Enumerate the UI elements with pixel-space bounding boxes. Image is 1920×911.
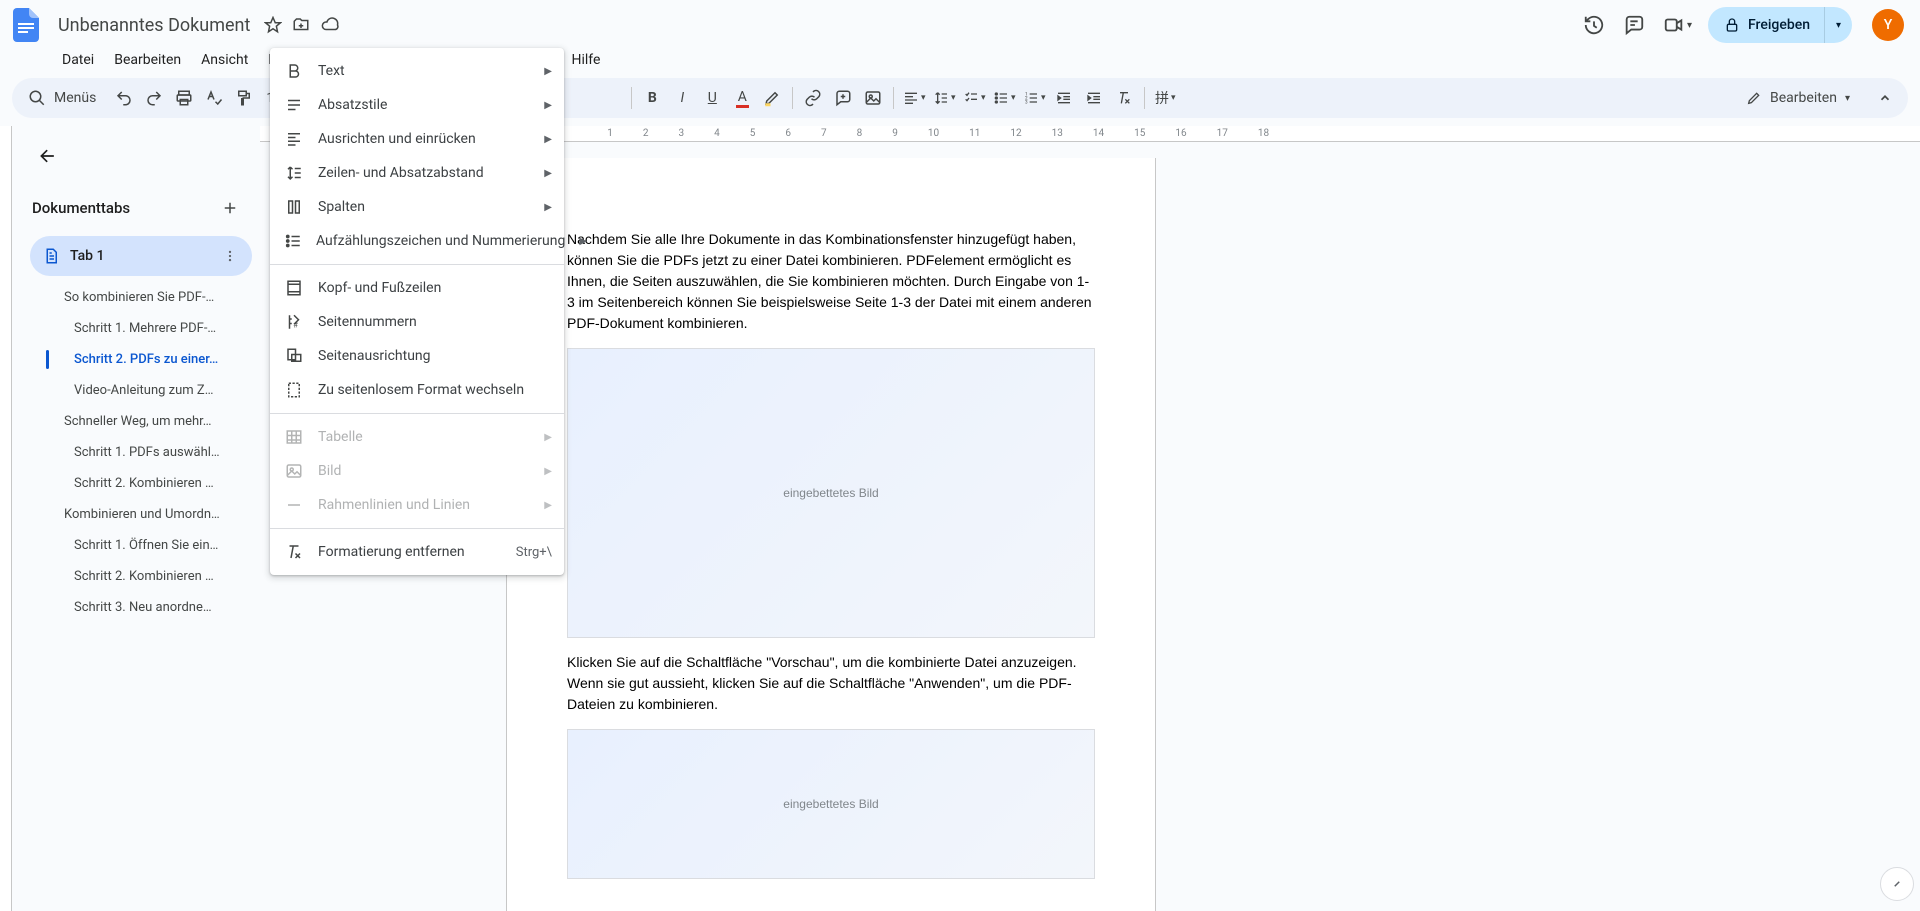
menu-item-datei[interactable]: Datei: [54, 48, 102, 72]
outline-item[interactable]: So kombinieren Sie PDF-…: [30, 282, 252, 313]
insert-link-button[interactable]: [799, 84, 827, 112]
outline-item[interactable]: Schneller Weg, um mehr…: [30, 406, 252, 437]
page-numbers-icon: #: [284, 313, 304, 331]
underline-button[interactable]: U: [698, 84, 726, 112]
sidebar-back-button[interactable]: [30, 138, 66, 174]
search-icon: [28, 89, 46, 107]
bulleted-list-dropdown[interactable]: [990, 84, 1018, 112]
numbered-list-dropdown[interactable]: 123: [1020, 84, 1048, 112]
header-footer-icon: [284, 279, 304, 297]
format-menu-item[interactable]: Absatzstile▶: [270, 88, 564, 122]
comments-icon[interactable]: [1623, 14, 1645, 36]
format-menu-dropdown: Text▶Absatzstile▶Ausrichten und einrücke…: [270, 48, 564, 575]
star-icon[interactable]: [264, 16, 282, 34]
paragraph: Nachdem Sie alle Ihre Dokumente in das K…: [567, 229, 1095, 334]
redo-button[interactable]: [140, 84, 168, 112]
tab-more-button[interactable]: [218, 244, 242, 268]
spellcheck-button[interactable]: [200, 84, 228, 112]
share-more-button[interactable]: ▾: [1824, 7, 1852, 43]
share-button-label: Freigeben: [1748, 17, 1810, 33]
document-title[interactable]: Unbenanntes Dokument: [52, 13, 256, 38]
increase-indent-button[interactable]: [1080, 84, 1108, 112]
add-tab-button[interactable]: [216, 194, 244, 222]
pencil-icon: [1746, 90, 1762, 106]
format-menu-item[interactable]: Spalten▶: [270, 190, 564, 224]
text-color-button[interactable]: A: [728, 84, 756, 112]
format-menu-item: Bild▶: [270, 454, 564, 488]
table-icon: [284, 428, 304, 446]
collapse-toolbar-button[interactable]: [1870, 83, 1900, 113]
pageless-icon: [284, 381, 304, 399]
outline-item[interactable]: Schritt 2. Kombinieren …: [30, 468, 252, 499]
sidebar-heading: Dokumenttabs: [32, 199, 130, 217]
menus-search[interactable]: Menüs: [20, 85, 108, 111]
format-menu-item: Rahmenlinien und Linien▶: [270, 488, 564, 522]
svg-text:#: #: [293, 320, 298, 329]
share-button[interactable]: Freigeben: [1708, 7, 1824, 43]
clear-formatting-button[interactable]: [1110, 84, 1138, 112]
outline-item[interactable]: Schritt 1. Öffnen Sie ein…: [30, 530, 252, 561]
outline-item[interactable]: Schritt 1. PDFs auswähl…: [30, 437, 252, 468]
format-menu-item[interactable]: Aufzählungszeichen und Nummerierung▶: [270, 224, 564, 258]
bullets-numbers-icon: [284, 232, 302, 250]
format-menu-item[interactable]: Seitenausrichtung: [270, 339, 564, 373]
outline-item[interactable]: Schritt 1. Mehrere PDF-…: [30, 313, 252, 344]
account-avatar[interactable]: Y: [1872, 9, 1904, 41]
add-comment-button[interactable]: [829, 84, 857, 112]
image-icon: [284, 462, 304, 480]
insert-image-button[interactable]: [859, 84, 887, 112]
format-menu-item[interactable]: Zeilen- und Absatzabstand▶: [270, 156, 564, 190]
format-menu-item[interactable]: Formatierung entfernenStrg+\: [270, 535, 564, 569]
cloud-status-icon[interactable]: [320, 16, 340, 34]
bold-icon: [284, 62, 304, 80]
document-tab[interactable]: Tab 1: [30, 236, 252, 276]
meet-icon[interactable]: ▾: [1663, 14, 1692, 36]
outline-item[interactable]: Kombinieren und Umordn…: [30, 499, 252, 530]
highlight-button[interactable]: [758, 84, 786, 112]
menu-item-hilfe[interactable]: Hilfe: [563, 48, 608, 72]
history-icon[interactable]: [1583, 14, 1605, 36]
borders-lines-icon: [284, 496, 304, 514]
input-tools-dropdown[interactable]: 拼: [1151, 84, 1179, 112]
line-spacing-dropdown[interactable]: [930, 84, 958, 112]
format-menu-item[interactable]: Zu seitenlosem Format wechseln: [270, 373, 564, 407]
paragraph: Klicken Sie auf die Schaltfläche "Vorsch…: [567, 652, 1095, 715]
align-dropdown[interactable]: [900, 84, 928, 112]
line-spacing-icon: [284, 164, 304, 182]
move-icon[interactable]: [292, 16, 310, 34]
italic-button[interactable]: I: [668, 84, 696, 112]
orientation-icon: [284, 347, 304, 365]
align-indent-icon: [284, 130, 304, 148]
svg-text:3: 3: [1025, 99, 1028, 105]
embedded-image[interactable]: eingebettetes Bild: [567, 348, 1095, 638]
outline-item[interactable]: Schritt 3. Neu anordne…: [30, 592, 252, 623]
outline-item[interactable]: Schritt 2. PDFs zu einer…: [30, 344, 252, 375]
editing-mode-dropdown[interactable]: Bearbeiten ▾: [1736, 83, 1860, 113]
lock-icon: [1724, 17, 1740, 33]
undo-button[interactable]: [110, 84, 138, 112]
explore-button[interactable]: [1880, 867, 1914, 901]
paint-format-button[interactable]: [230, 84, 258, 112]
clear-format-icon: [284, 543, 304, 561]
menu-item-bearbeiten[interactable]: Bearbeiten: [106, 48, 189, 72]
print-button[interactable]: [170, 84, 198, 112]
decrease-indent-button[interactable]: [1050, 84, 1078, 112]
menu-item-ansicht[interactable]: Ansicht: [193, 48, 256, 72]
checklist-dropdown[interactable]: [960, 84, 988, 112]
document-icon: [42, 247, 60, 265]
format-menu-item: Tabelle▶: [270, 420, 564, 454]
outline-item[interactable]: Schritt 2. Kombinieren …: [30, 561, 252, 592]
paragraph-styles-icon: [284, 96, 304, 114]
outline-item[interactable]: Video-Anleitung zum Z…: [30, 375, 252, 406]
format-menu-item[interactable]: Text▶: [270, 54, 564, 88]
format-menu-item[interactable]: #Seitennummern: [270, 305, 564, 339]
format-menu-item[interactable]: Ausrichten und einrücken▶: [270, 122, 564, 156]
menus-search-label: Menüs: [54, 90, 96, 106]
bold-button[interactable]: B: [638, 84, 666, 112]
columns-icon: [284, 198, 304, 216]
format-menu-item[interactable]: Kopf- und Fußzeilen: [270, 271, 564, 305]
document-page: Schritt 2. PDFs zu einer Datei kombinier…: [506, 158, 1156, 911]
docs-logo-icon[interactable]: [8, 7, 44, 43]
embedded-image[interactable]: eingebettetes Bild: [567, 729, 1095, 879]
